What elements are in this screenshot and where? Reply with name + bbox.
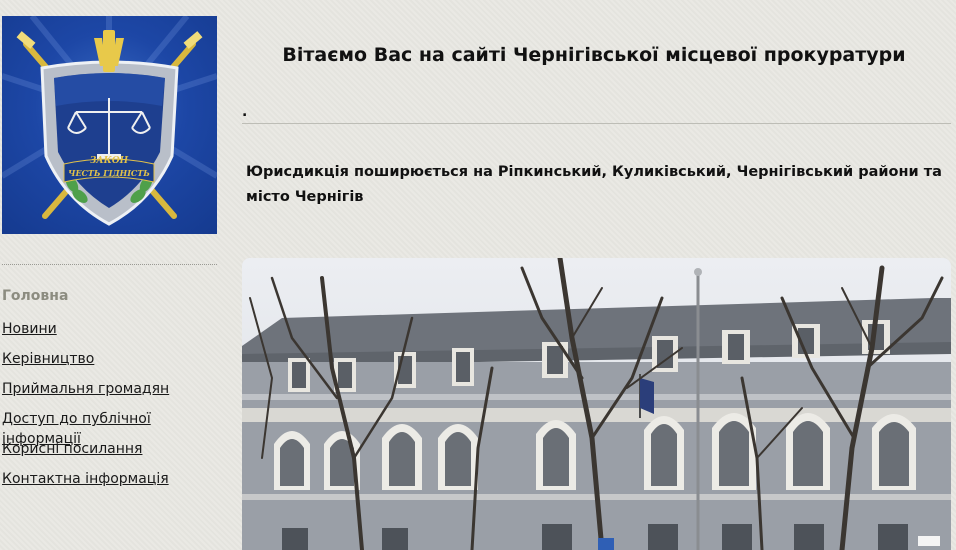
building-photo xyxy=(242,258,951,550)
nav-item-public-info[interactable]: Доступ до публічної інформації xyxy=(2,409,232,447)
shield-emblem-icon: ЗАКОН ЧЕСТЬ ГІДНІСТЬ xyxy=(2,16,217,226)
page: ЗАКОН ЧЕСТЬ ГІДНІСТЬ Головна Новини Кері… xyxy=(0,0,956,550)
nav-item-home[interactable]: Головна xyxy=(2,286,232,310)
prosecutor-emblem-logo[interactable]: ЗАКОН ЧЕСТЬ ГІДНІСТЬ xyxy=(2,16,217,234)
header-divider xyxy=(242,123,951,124)
nav-item-leadership[interactable]: Керівництво xyxy=(2,349,232,379)
nav-item-news[interactable]: Новини xyxy=(2,319,232,349)
header-dot: . xyxy=(242,104,248,120)
building-photo-icon xyxy=(242,258,951,550)
nav-item-contacts[interactable]: Контактна інформація xyxy=(2,469,232,499)
page-title: Вітаємо Вас на сайті Чернігівської місце… xyxy=(282,44,906,66)
sidebar-divider xyxy=(2,264,217,265)
nav-item-useful-links[interactable]: Корисні посилання xyxy=(2,439,232,469)
emblem-text-law: ЗАКОН xyxy=(90,156,129,166)
sidebar-nav: Головна Новини Керівництво Приймальня гр… xyxy=(2,286,232,499)
emblem-text-honor: ЧЕСТЬ ГІДНІСТЬ xyxy=(68,168,150,178)
jurisdiction-text: Юрисдикція поширюється на Ріпкинський, К… xyxy=(246,164,942,205)
nav-item-reception[interactable]: Приймальня громадян xyxy=(2,379,232,409)
